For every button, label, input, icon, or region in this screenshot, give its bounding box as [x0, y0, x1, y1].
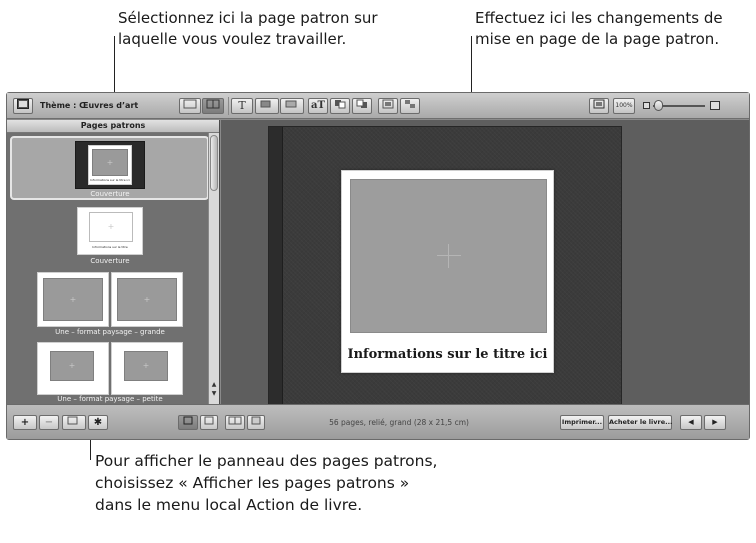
layout-canvas: Informations sur le titre ici: [221, 120, 749, 405]
panel-scrollbar[interactable]: ▲ ▼: [208, 133, 219, 404]
template-thumbnail-left[interactable]: [37, 272, 109, 327]
add-page-button[interactable]: +: [13, 415, 37, 430]
callout-show-templates: Pour afficher le panneau des pages patro…: [95, 450, 437, 516]
book-spine: [269, 127, 283, 404]
text-box-icon[interactable]: T: [231, 98, 253, 114]
photo-placeholder: [117, 278, 177, 321]
template-label: Une – format paysage – grande: [55, 328, 165, 336]
toolbar-separator: [228, 97, 229, 115]
shape-icon[interactable]: [255, 98, 279, 114]
book-cover: Informations sur le titre ici: [268, 126, 622, 405]
callout-line: Effectuez ici les changements de: [475, 9, 723, 27]
callout-line: laquelle vous voulez travailler.: [118, 30, 347, 48]
top-toolbar: Thème : Œuvres d’art T aT 100%: [7, 93, 749, 119]
book-action-gear-icon[interactable]: ✱: [88, 415, 108, 430]
photo-placeholder: [92, 149, 128, 176]
group-icon[interactable]: [378, 98, 398, 114]
previous-page-button[interactable]: ◀: [680, 415, 702, 430]
photo-placeholder: [50, 351, 94, 381]
template-pages-panel: Pages patrons Informations sur le titre …: [7, 120, 220, 404]
spread-view-icon[interactable]: [202, 98, 224, 114]
fit-window-icon[interactable]: [589, 98, 609, 114]
template-thumbnail-left[interactable]: [37, 342, 109, 395]
photo-placeholder: [124, 351, 168, 381]
sidebar-toggle-icon[interactable]: [13, 98, 33, 114]
theme-label: Thème : Œuvres d’art: [40, 101, 139, 110]
template-thumbnail-right[interactable]: [111, 272, 183, 327]
photo-placeholder: [43, 278, 103, 321]
cover-card[interactable]: Informations sur le titre ici: [341, 170, 554, 373]
spread-layout-icon[interactable]: [225, 415, 245, 430]
large-photo-icon: [710, 101, 720, 110]
template-thumbnail[interactable]: Informations sur le titre: [77, 207, 143, 255]
buy-book-button[interactable]: Acheter le livre...: [608, 415, 673, 430]
photo-placeholder: [89, 212, 133, 242]
template-thumbnail-right[interactable]: [111, 342, 183, 395]
crosshair-icon: [436, 244, 461, 268]
cover-photo-placeholder[interactable]: [350, 179, 547, 333]
callout-line: mise en page de la page patron.: [475, 30, 720, 48]
single-page-view-icon[interactable]: [178, 415, 198, 430]
callout-line: Pour afficher le panneau des pages patro…: [95, 452, 438, 470]
small-photo-icon: [643, 102, 650, 109]
mask-icon[interactable]: [280, 98, 304, 114]
thumbnail-caption: Informations sur le titre: [92, 245, 128, 249]
scroll-down-arrow-icon[interactable]: ▼: [210, 390, 218, 398]
iphoto-book-window: Thème : Œuvres d’art T aT 100% Pages pat…: [6, 92, 750, 440]
callout-line: choisissez « Afficher les pages patrons …: [95, 474, 410, 492]
ungroup-icon[interactable]: [400, 98, 420, 114]
zoom-slider-knob[interactable]: [654, 100, 663, 111]
callout-layout-changes: Effectuez ici les changements de mise en…: [475, 8, 723, 50]
callout-line: Sélectionnez ici la page patron sur: [118, 9, 378, 27]
cover-title-text[interactable]: Informations sur le titre ici: [342, 347, 553, 362]
arrange-front-icon[interactable]: [352, 98, 372, 114]
page-view-icon[interactable]: [179, 98, 201, 114]
callout-select-template: Sélectionnez ici la page patron sur laqu…: [118, 8, 378, 50]
panel-header: Pages patrons: [7, 120, 219, 133]
cover-card-thumbnail: Informations sur le titre ici: [88, 145, 132, 185]
layout-menu-icon[interactable]: [62, 415, 86, 430]
remove-page-button[interactable]: −: [39, 415, 59, 430]
page-layout-icon[interactable]: [247, 415, 265, 430]
arrange-back-icon[interactable]: [330, 98, 350, 114]
scroll-up-arrow-icon[interactable]: ▲: [210, 381, 218, 389]
template-thumbnail[interactable]: Informations sur le titre ici: [75, 141, 145, 189]
two-page-view-icon[interactable]: [200, 415, 218, 430]
template-label: Couverture: [90, 257, 130, 265]
next-page-button[interactable]: ▶: [704, 415, 726, 430]
template-label: Couverture: [90, 190, 130, 198]
zoom-100-button[interactable]: 100%: [613, 98, 635, 114]
thumbnail-caption: Informations sur le titre ici: [90, 178, 130, 182]
callout-line: dans le menu local Action de livre.: [95, 496, 363, 514]
print-button[interactable]: Imprimer...: [560, 415, 604, 430]
scrollbar-thumb[interactable]: [210, 135, 218, 191]
font-icon[interactable]: aT: [308, 98, 328, 114]
bottom-toolbar: + − ✱ 56 pages, relié, grand (28 x 21,5 …: [7, 404, 749, 439]
template-label: Une – format paysage – petite: [57, 395, 163, 403]
book-status-text: 56 pages, relié, grand (28 x 21,5 cm): [329, 418, 469, 427]
